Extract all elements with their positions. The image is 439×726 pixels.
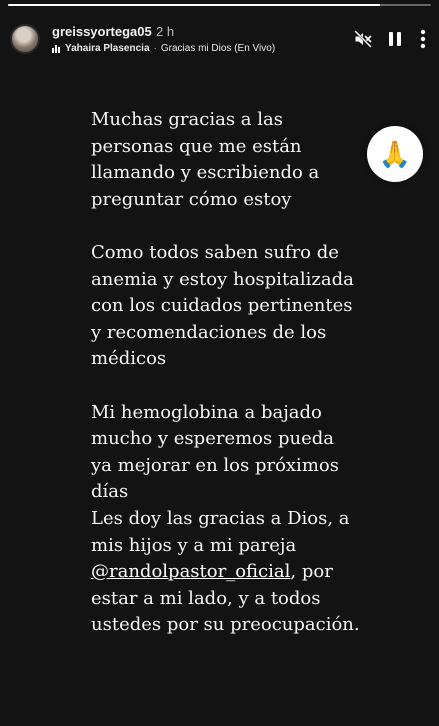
profile-avatar[interactable] bbox=[10, 24, 40, 54]
paragraph-hemoglobin: Mi hemoglobina a bajado mucho y esperemo… bbox=[91, 401, 350, 556]
story-text: Muchas gracias a las personas que me est… bbox=[91, 107, 421, 639]
username[interactable]: greissyortega05 bbox=[52, 24, 152, 39]
story-viewer: greissyortega05 2 h Yahaira Plasencia · … bbox=[0, 0, 439, 726]
story-progress-bar bbox=[8, 4, 431, 6]
mute-button[interactable] bbox=[352, 28, 374, 50]
paragraph-thanks: Muchas gracias a las personas que me est… bbox=[91, 109, 320, 210]
pause-icon bbox=[389, 32, 401, 46]
praying-hands-sticker[interactable]: 🙏 bbox=[367, 126, 423, 182]
paragraph-anemia: Como todos saben sufro de anemia y estoy… bbox=[91, 241, 354, 370]
praying-hands-icon: 🙏 bbox=[378, 139, 412, 169]
story-header: greissyortega05 2 h Yahaira Plasencia · … bbox=[8, 14, 431, 64]
user-mention-link[interactable]: @randolpastor_oficial bbox=[91, 561, 290, 582]
story-time: 2 h bbox=[156, 24, 175, 39]
music-song: Gracias mi Dios (En Vivo) bbox=[160, 43, 276, 54]
more-options-button[interactable] bbox=[412, 28, 434, 50]
music-artist: Yahaira Plasencia bbox=[65, 43, 150, 54]
music-separator: · bbox=[153, 43, 157, 54]
audio-bars-icon bbox=[52, 44, 60, 53]
more-vertical-icon bbox=[420, 29, 426, 49]
speaker-muted-icon bbox=[353, 29, 373, 49]
music-attribution[interactable]: Yahaira Plasencia · Gracias mi Dios (En … bbox=[52, 43, 275, 54]
story-progress-fill bbox=[8, 4, 381, 6]
pause-button[interactable] bbox=[384, 28, 406, 50]
